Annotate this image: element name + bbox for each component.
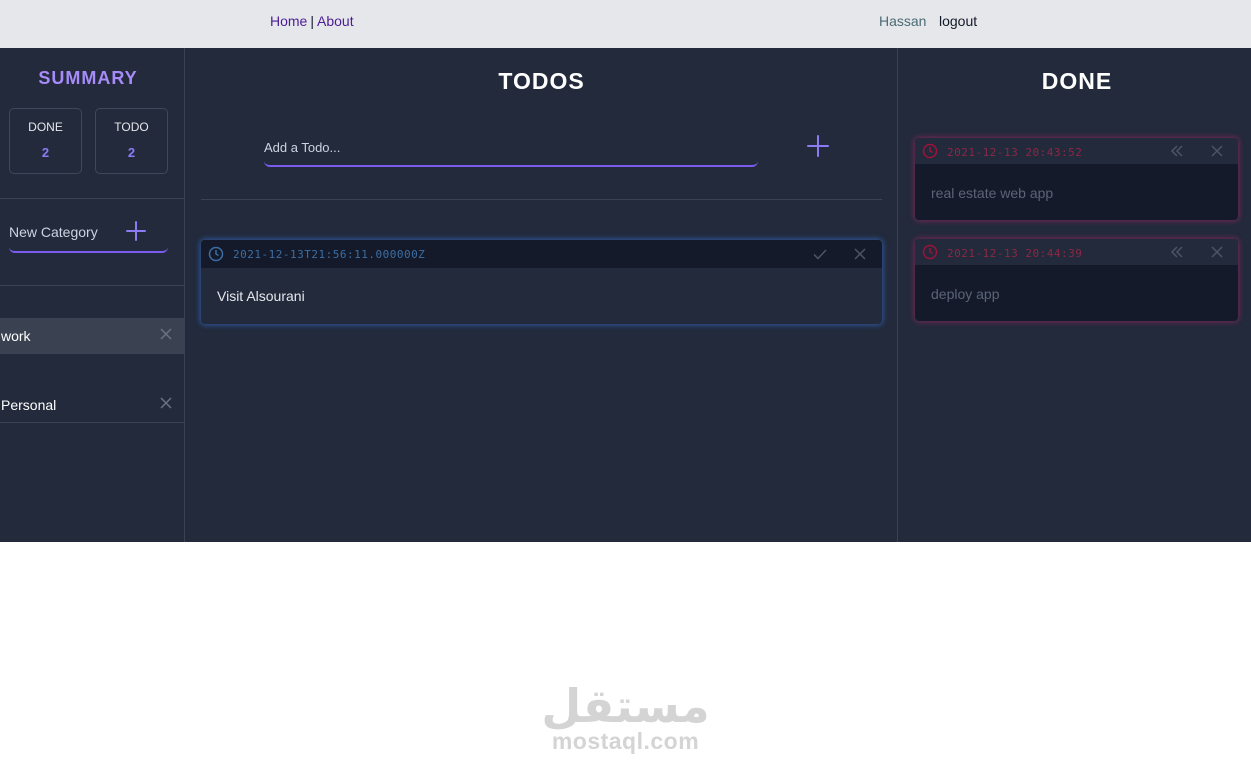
done-count-value: 2 bbox=[41, 145, 50, 160]
todo-timestamp: 2021-12-13T21:56:11.000000Z bbox=[233, 248, 426, 261]
clock-icon bbox=[922, 244, 938, 260]
new-category-input[interactable] bbox=[9, 224, 121, 240]
todos-divider bbox=[201, 199, 882, 200]
done-card: 2021-12-13 20:43:52 real estate web app bbox=[915, 138, 1238, 220]
watermark-latin: mostaql.com bbox=[551, 728, 700, 754]
done-count-box: DONE 2 bbox=[9, 108, 82, 174]
done-card: 2021-12-13 20:44:39 deploy app bbox=[915, 239, 1238, 321]
todo-count-label: TODO bbox=[114, 120, 149, 134]
category-name: work bbox=[1, 328, 31, 344]
todos-column: TODOS 2021-12-13T21:56:11.000000Z Visit … bbox=[185, 48, 898, 542]
todo-text: Visit Alsourani bbox=[217, 288, 305, 304]
add-todo-field bbox=[264, 136, 758, 167]
nav-about-link[interactable]: About bbox=[317, 13, 354, 29]
sidebar: SUMMARY DONE 2 TODO 2 work Personal bbox=[0, 48, 185, 542]
nav-separator: | bbox=[310, 13, 314, 29]
done-timestamp: 2021-12-13 20:43:52 bbox=[947, 146, 1083, 159]
todo-card: 2021-12-13T21:56:11.000000Z Visit Alsour… bbox=[201, 240, 882, 324]
close-icon[interactable] bbox=[852, 246, 868, 262]
add-category-button[interactable] bbox=[123, 218, 149, 244]
clock-icon bbox=[922, 143, 938, 159]
close-icon[interactable] bbox=[1209, 143, 1225, 159]
sidebar-divider bbox=[0, 198, 184, 199]
chevrons-left-icon[interactable] bbox=[1169, 143, 1185, 159]
close-icon[interactable] bbox=[158, 395, 174, 411]
todo-count-box: TODO 2 bbox=[95, 108, 168, 174]
category-item-work[interactable]: work bbox=[0, 318, 184, 354]
summary-title: SUMMARY bbox=[38, 68, 138, 88]
close-icon[interactable] bbox=[158, 326, 174, 342]
nav-home-link[interactable]: Home bbox=[270, 13, 307, 29]
clock-icon bbox=[208, 246, 224, 262]
done-card-header: 2021-12-13 20:44:39 bbox=[915, 239, 1238, 265]
chevrons-left-icon[interactable] bbox=[1169, 244, 1185, 260]
user-name[interactable]: Hassan bbox=[879, 13, 926, 29]
done-text: deploy app bbox=[931, 286, 1000, 302]
check-icon[interactable] bbox=[812, 246, 828, 262]
add-todo-button[interactable] bbox=[806, 134, 830, 158]
watermark-logo: مستقل mostaql.com bbox=[0, 680, 1251, 755]
todo-card-header: 2021-12-13T21:56:11.000000Z bbox=[201, 240, 882, 268]
nav-links: Home | About bbox=[270, 13, 354, 29]
close-icon[interactable] bbox=[1209, 244, 1225, 260]
sidebar-divider bbox=[0, 285, 184, 286]
done-title: DONE bbox=[1041, 68, 1113, 94]
new-category-field bbox=[9, 218, 168, 253]
add-todo-input[interactable] bbox=[264, 140, 664, 155]
done-column: DONE 2021-12-13 20:43:52 real estate web… bbox=[899, 48, 1251, 542]
done-text: real estate web app bbox=[931, 185, 1054, 201]
top-navbar: Home | About Hassan logout bbox=[0, 0, 1251, 48]
done-card-header: 2021-12-13 20:43:52 bbox=[915, 138, 1238, 164]
todo-count-value: 2 bbox=[127, 145, 136, 160]
done-timestamp: 2021-12-13 20:44:39 bbox=[947, 247, 1083, 260]
todos-title: TODOS bbox=[498, 68, 585, 94]
plus-icon bbox=[126, 221, 146, 241]
category-item-personal[interactable]: Personal bbox=[0, 387, 184, 423]
category-name: Personal bbox=[1, 397, 57, 413]
done-count-label: DONE bbox=[28, 120, 63, 134]
app-area: SUMMARY DONE 2 TODO 2 work Personal TODO… bbox=[0, 48, 1251, 542]
logout-link[interactable]: logout bbox=[939, 13, 977, 29]
watermark-arabic: مستقل bbox=[541, 680, 710, 732]
